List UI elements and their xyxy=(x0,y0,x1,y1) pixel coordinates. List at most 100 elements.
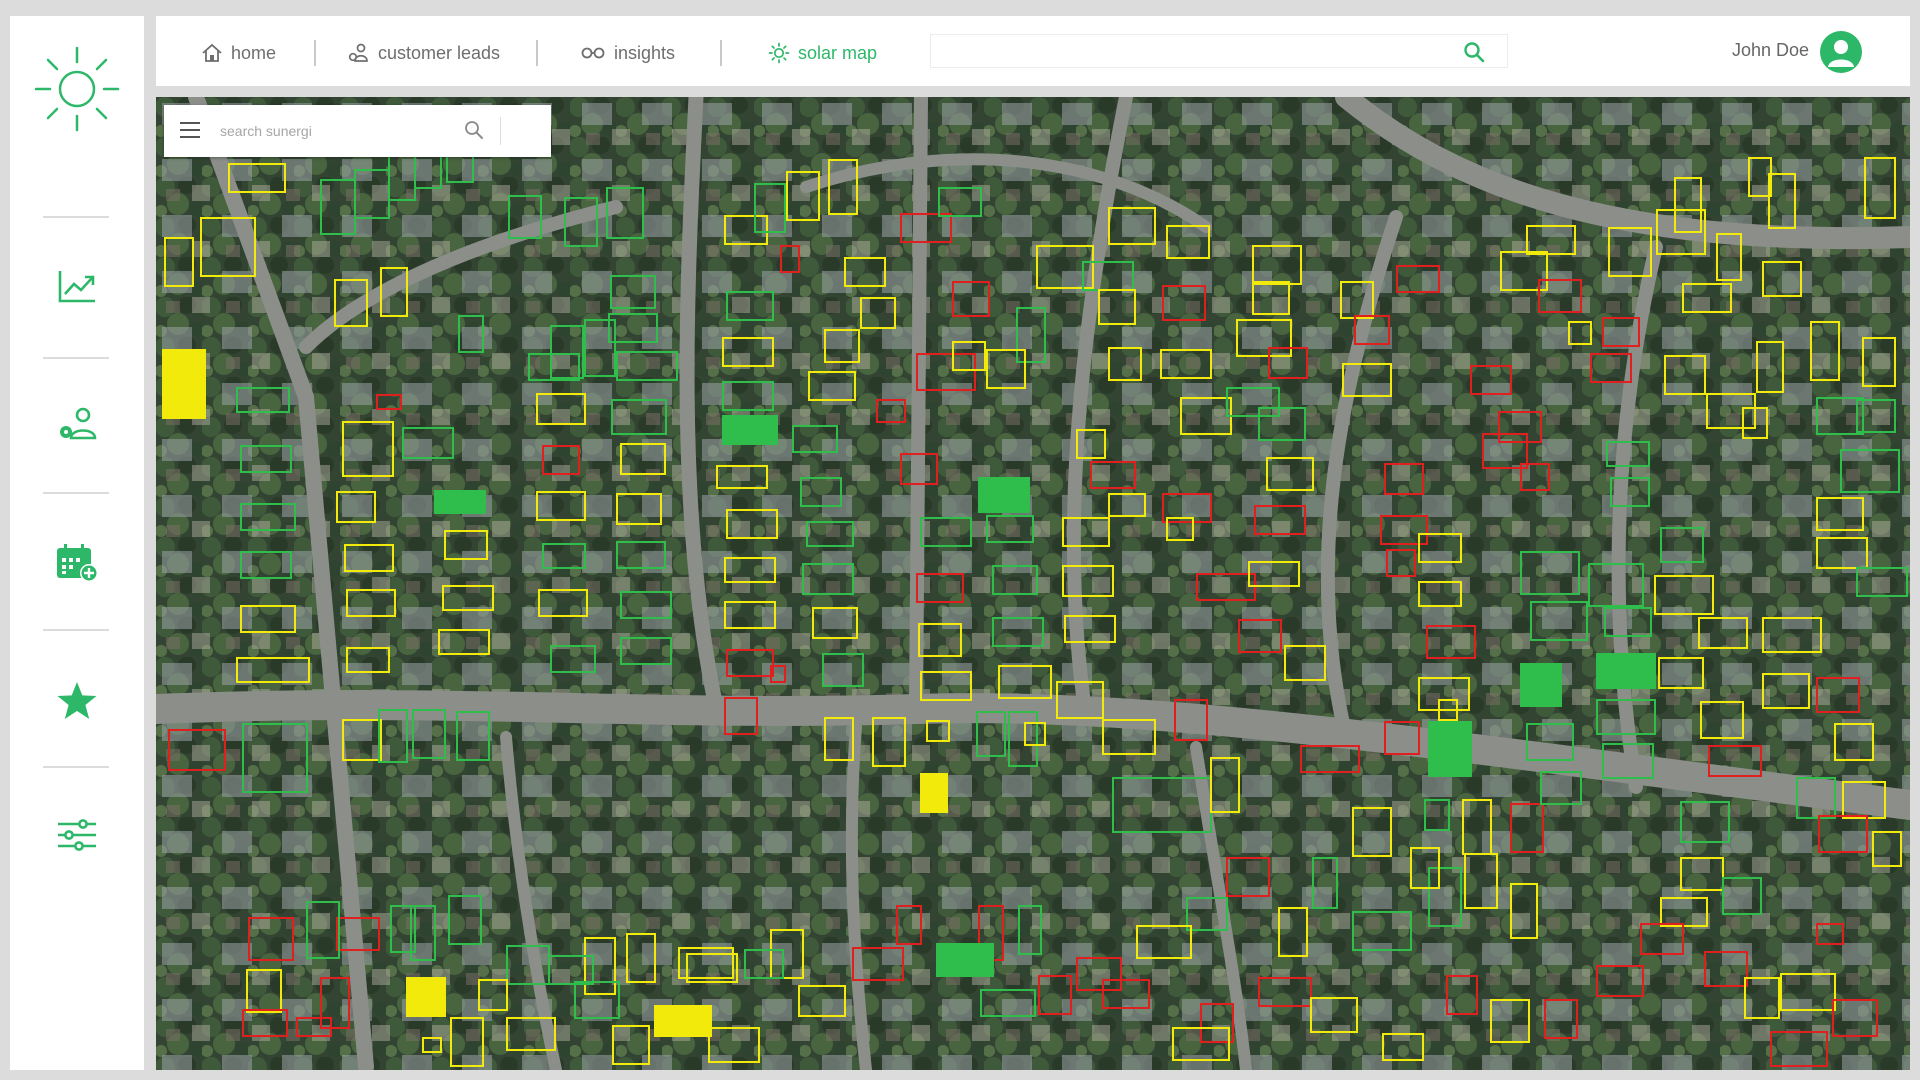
roof-suitability-box[interactable] xyxy=(248,917,294,961)
roof-suitability-box[interactable] xyxy=(1602,743,1654,779)
roof-suitability-box[interactable] xyxy=(952,281,990,317)
roof-suitability-box[interactable] xyxy=(1340,281,1374,319)
sliders-icon[interactable] xyxy=(52,810,102,860)
roof-suitability-box[interactable] xyxy=(1816,677,1860,713)
roof-suitability-box[interactable] xyxy=(240,551,292,579)
roof-suitability-box[interactable] xyxy=(992,617,1044,647)
roof-suitability-box[interactable] xyxy=(1342,363,1392,397)
roof-suitability-box[interactable] xyxy=(1424,799,1450,831)
roof-suitability-box[interactable] xyxy=(1062,517,1110,547)
roof-suitability-box[interactable] xyxy=(200,217,256,277)
roof-suitability-box[interactable] xyxy=(1108,207,1156,245)
roof-suitability-box[interactable] xyxy=(564,197,598,247)
roof-suitability-box[interactable] xyxy=(402,427,454,459)
roof-suitability-box[interactable] xyxy=(240,445,292,473)
roof-suitability-box[interactable] xyxy=(800,477,842,507)
roof-suitability-box[interactable] xyxy=(448,895,482,945)
roof-suitability-box[interactable] xyxy=(1410,847,1440,889)
roof-suitability-box[interactable] xyxy=(1470,365,1512,395)
roof-suitability-box[interactable] xyxy=(626,933,656,983)
roof-suitability-box[interactable] xyxy=(450,1017,484,1067)
roof-suitability-box[interactable] xyxy=(528,353,580,381)
roof-suitability-box[interactable] xyxy=(986,515,1034,543)
roof-suitability-box[interactable] xyxy=(1538,279,1582,313)
roof-suitability-box[interactable] xyxy=(346,589,396,617)
roof-suitability-box[interactable] xyxy=(1526,723,1574,761)
roof-suitability-box[interactable] xyxy=(376,394,402,410)
roof-suitability-box[interactable] xyxy=(900,213,952,243)
roof-suitability-box[interactable] xyxy=(164,237,194,287)
roof-suitability-box[interactable] xyxy=(1544,999,1578,1039)
roof-suitability-box[interactable] xyxy=(980,989,1036,1017)
search-icon[interactable] xyxy=(1463,41,1485,63)
roof-suitability-box[interactable] xyxy=(1180,397,1232,435)
roof-suitability-box[interactable] xyxy=(478,979,508,1011)
roof-suitability-box[interactable] xyxy=(336,917,380,951)
roof-suitability-box[interactable] xyxy=(978,477,1030,513)
roof-suitability-box[interactable] xyxy=(611,399,667,435)
roof-suitability-box[interactable] xyxy=(242,723,308,793)
roof-suitability-box[interactable] xyxy=(542,543,586,569)
roof-suitability-box[interactable] xyxy=(1162,285,1206,321)
roof-suitability-box[interactable] xyxy=(1602,317,1640,347)
roof-suitability-box[interactable] xyxy=(1248,561,1300,587)
user-avatar-icon[interactable] xyxy=(1820,31,1862,73)
roof-suitability-box[interactable] xyxy=(852,947,904,981)
roof-suitability-box[interactable] xyxy=(346,647,390,673)
roof-suitability-box[interactable] xyxy=(1680,801,1730,843)
roof-suitability-box[interactable] xyxy=(1382,1033,1424,1061)
roof-suitability-box[interactable] xyxy=(754,183,786,233)
roof-suitability-box[interactable] xyxy=(1744,977,1780,1019)
roof-suitability-box[interactable] xyxy=(1722,877,1762,915)
roof-suitability-box[interactable] xyxy=(1682,283,1732,313)
tab-solar-map[interactable]: solar map xyxy=(768,38,877,68)
roof-suitability-box[interactable] xyxy=(536,393,586,425)
roof-suitability-box[interactable] xyxy=(726,509,778,539)
roof-suitability-box[interactable] xyxy=(1816,537,1868,569)
roof-suitability-box[interactable] xyxy=(916,573,964,603)
roof-suitability-box[interactable] xyxy=(822,653,864,687)
roof-suitability-box[interactable] xyxy=(872,717,906,767)
roof-suitability-box[interactable] xyxy=(1090,461,1136,489)
roof-suitability-box[interactable] xyxy=(438,629,490,655)
roof-suitability-box[interactable] xyxy=(1818,815,1868,853)
roof-suitability-box[interactable] xyxy=(236,657,310,683)
roof-suitability-box[interactable] xyxy=(920,773,948,813)
roof-suitability-box[interactable] xyxy=(1258,977,1312,1007)
roof-suitability-box[interactable] xyxy=(926,720,950,742)
roof-suitability-box[interactable] xyxy=(1654,575,1714,615)
roof-suitability-box[interactable] xyxy=(1610,477,1650,507)
roof-suitability-box[interactable] xyxy=(236,387,290,413)
roof-suitability-box[interactable] xyxy=(242,1009,288,1037)
roof-suitability-box[interactable] xyxy=(986,349,1026,389)
roof-suitability-box[interactable] xyxy=(808,371,856,401)
roof-suitability-box[interactable] xyxy=(900,453,938,485)
roof-suitability-box[interactable] xyxy=(1530,601,1588,641)
roof-suitability-box[interactable] xyxy=(354,169,390,219)
roof-suitability-box[interactable] xyxy=(1810,321,1840,381)
roof-suitability-box[interactable] xyxy=(380,267,408,317)
roof-suitability-box[interactable] xyxy=(342,719,382,761)
roof-suitability-box[interactable] xyxy=(1312,857,1338,909)
roof-suitability-box[interactable] xyxy=(1056,681,1104,719)
roof-suitability-box[interactable] xyxy=(334,279,368,327)
roof-suitability-box[interactable] xyxy=(444,530,488,560)
roof-suitability-box[interactable] xyxy=(508,195,542,239)
roof-suitability-box[interactable] xyxy=(1098,289,1136,325)
roof-suitability-box[interactable] xyxy=(726,649,774,677)
roof-suitability-box[interactable] xyxy=(1112,777,1212,833)
roof-suitability-box[interactable] xyxy=(1062,565,1114,597)
roof-suitability-box[interactable] xyxy=(1418,581,1462,607)
roof-suitability-box[interactable] xyxy=(1426,625,1476,659)
roof-suitability-box[interactable] xyxy=(770,665,786,683)
roof-suitability-box[interactable] xyxy=(1102,719,1156,755)
roof-suitability-box[interactable] xyxy=(1108,347,1142,381)
roof-suitability-box[interactable] xyxy=(1418,533,1462,563)
roof-suitability-box[interactable] xyxy=(1864,157,1896,219)
roof-suitability-box[interactable] xyxy=(824,717,854,761)
roof-suitability-box[interactable] xyxy=(1102,979,1150,1009)
roof-suitability-box[interactable] xyxy=(168,729,226,771)
roof-suitability-box[interactable] xyxy=(574,981,620,1019)
roof-suitability-box[interactable] xyxy=(1108,493,1146,517)
tab-insights[interactable]: insights xyxy=(580,38,675,68)
